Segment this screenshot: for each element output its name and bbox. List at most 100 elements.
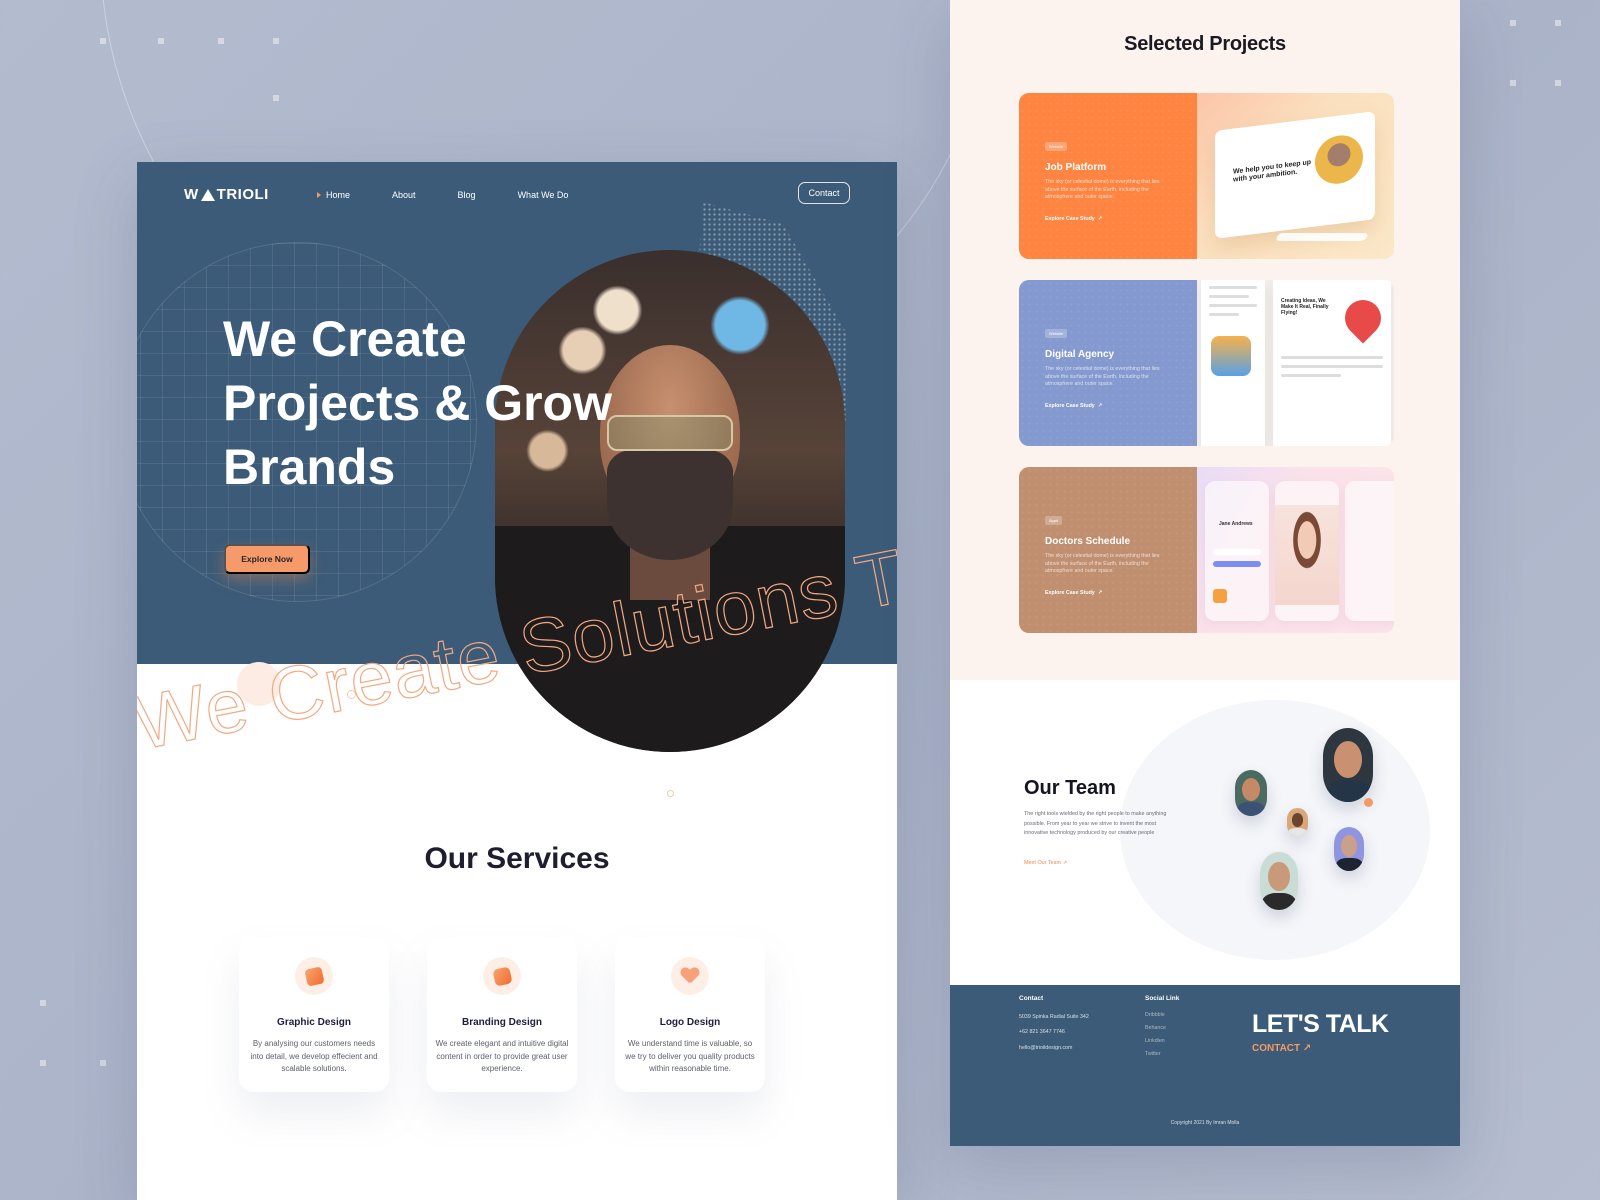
logo-triangle-icon — [200, 188, 215, 201]
nav-item-blog[interactable]: Blog — [458, 190, 476, 200]
projects-title: Selected Projects — [1124, 33, 1286, 55]
nav-label: About — [392, 190, 416, 200]
phone-button — [1213, 549, 1261, 555]
services-list: Graphic Design By analysing our customer… — [239, 937, 765, 1092]
nav-item-about[interactable]: About — [392, 190, 416, 200]
explore-now-button[interactable]: Explore Now — [224, 544, 310, 574]
footer-contact-title: Contact — [1019, 995, 1044, 1002]
mockup-headline: Creating Ideas, We Make It Real, Finally… — [1281, 298, 1329, 316]
hero-title: We Create Projects & Grow Brands — [223, 307, 683, 499]
link-label: Explore Case Study — [1045, 215, 1095, 222]
arrow-up-right-icon: ↗ — [1062, 860, 1068, 866]
brand-logo[interactable]: W TRIOLI — [184, 186, 269, 203]
project-card[interactable]: Apps Doctors Schedule The sky (or celest… — [1019, 467, 1394, 633]
service-description: We understand time is valuable, so we tr… — [625, 1039, 755, 1073]
project-description: The sky (or celestial dome) is everythin… — [1045, 366, 1160, 387]
phone-button — [1213, 561, 1261, 567]
project-preview-image: Jane Andrews — [1197, 467, 1394, 633]
team-description: The right tools wielded by the right peo… — [1024, 811, 1167, 836]
service-title: Branding Design — [461, 1017, 542, 1028]
page-mockup — [1201, 280, 1265, 446]
team-member-avatar[interactable] — [1287, 808, 1308, 836]
team-member-avatar[interactable] — [1235, 770, 1267, 816]
nav-label: Home — [326, 190, 351, 200]
landing-page-preview: W TRIOLI Home About Blog What We Do Cont… — [137, 162, 897, 1200]
service-card[interactable]: Logo Design We understand time is valuab… — [615, 937, 765, 1092]
footer-phone[interactable]: +62 821 3647 7746 — [1019, 1029, 1065, 1035]
social-link-behance[interactable]: Behance — [1145, 1025, 1166, 1031]
mockup-line — [1281, 365, 1383, 368]
nav-item-what-we-do[interactable]: What We Do — [518, 190, 569, 200]
project-title: Digital Agency — [1045, 349, 1115, 360]
mockup-line — [1209, 313, 1239, 316]
background-dot — [1510, 80, 1516, 86]
project-description: The sky (or celestial dome) is everythin… — [1045, 179, 1160, 200]
video-call-image — [1275, 505, 1339, 605]
service-card[interactable]: Branding Design We create elegant and in… — [427, 937, 577, 1092]
link-label: Explore Case Study — [1045, 402, 1095, 409]
logo-mark: W — [184, 186, 199, 203]
contact-button[interactable]: Contact — [798, 182, 850, 204]
decorative-circle — [667, 790, 674, 797]
footer-social-title: Social Link — [1145, 995, 1180, 1002]
desktop-mockup: We help you to keep up with your ambitio… — [1215, 111, 1375, 239]
service-card[interactable]: Graphic Design By analysing our customer… — [239, 937, 389, 1092]
arrow-up-right-icon: ↗ — [1097, 589, 1103, 596]
team-member-avatar[interactable] — [1334, 827, 1364, 871]
meet-our-team-link[interactable]: Meet Our Team ↗ — [1024, 860, 1067, 866]
phone-name: Jane Andrews — [1219, 521, 1253, 527]
social-link-dribbble[interactable]: Dribbble — [1145, 1012, 1165, 1018]
project-description: The sky (or celestial dome) is everythin… — [1045, 553, 1160, 574]
phone-mockup — [1345, 481, 1394, 621]
hero-title-line: Projects & Grow — [223, 375, 612, 431]
hero-title-line: Brands — [223, 439, 396, 495]
team-member-avatar[interactable] — [1260, 852, 1298, 910]
hero-title-line: We Create — [223, 311, 467, 367]
project-card[interactable]: Website Job Platform The sky (or celesti… — [1019, 93, 1394, 259]
phone-mockup: Jane Andrews — [1205, 481, 1269, 621]
mockup-line — [1209, 286, 1257, 289]
explore-case-study-link[interactable]: Explore Case Study ↗ — [1045, 403, 1197, 409]
active-caret-icon — [317, 192, 321, 198]
background-dot — [40, 1060, 46, 1066]
explore-case-study-link[interactable]: Explore Case Study ↗ — [1045, 216, 1197, 222]
decorative-circle — [1364, 798, 1373, 807]
team-member-avatar[interactable] — [1323, 728, 1373, 802]
logo-design-icon — [671, 957, 709, 995]
social-link-linkedin[interactable]: Linkdien — [1145, 1038, 1165, 1044]
mockup-illustration — [1211, 336, 1251, 376]
main-nav: Home About Blog What We Do — [317, 190, 568, 200]
project-preview-image: We help you to keep up with your ambitio… — [1197, 93, 1394, 259]
footer-address: 5039 Spinka Radial Suite 342 — [1019, 1014, 1089, 1020]
footer-email[interactable]: hello@trioildesign.com — [1019, 1045, 1072, 1051]
service-description: By analysing our customers needs into de… — [250, 1039, 378, 1073]
mockup-line — [1209, 295, 1249, 298]
footer-contact-link[interactable]: CONTACT ↗ — [1252, 1043, 1311, 1054]
social-link-twitter[interactable]: Twitter — [1145, 1051, 1161, 1057]
project-info: Website Digital Agency The sky (or celes… — [1019, 280, 1197, 446]
phone-mockup — [1275, 481, 1339, 621]
mockup-headline: We help you to keep up with your ambitio… — [1233, 159, 1312, 184]
arrow-up-right-icon: ↗ — [1302, 1043, 1312, 1054]
services-title: Our Services — [424, 842, 610, 875]
background-dot — [1555, 80, 1561, 86]
project-badge: Apps — [1045, 516, 1063, 525]
team-section: Our Team The right tools wielded by the … — [950, 680, 1460, 985]
project-info: Apps Doctors Schedule The sky (or celest… — [1019, 467, 1197, 633]
nav-label: Blog — [457, 190, 476, 200]
background-dot — [40, 1000, 46, 1006]
nav-item-home[interactable]: Home — [317, 190, 350, 200]
graphic-design-icon — [295, 957, 333, 995]
arrow-up-right-icon: ↗ — [1097, 215, 1103, 222]
brand-name: TRIOLI — [216, 186, 269, 203]
background-dot — [1510, 20, 1516, 26]
inner-page-preview: Selected Projects Website Job Platform T… — [950, 0, 1460, 1146]
lets-talk-heading: LET'S TALK — [1252, 1010, 1389, 1038]
copyright-text: Copyright 2021 By Imran Molla — [1170, 1120, 1240, 1126]
project-title: Doctors Schedule — [1045, 536, 1131, 547]
explore-case-study-link[interactable]: Explore Case Study ↗ — [1045, 590, 1197, 596]
mockup-line — [1209, 304, 1257, 307]
rocket-illustration — [1337, 292, 1389, 344]
nav-label: What We Do — [517, 190, 569, 200]
project-card[interactable]: Website Digital Agency The sky (or celes… — [1019, 280, 1394, 446]
